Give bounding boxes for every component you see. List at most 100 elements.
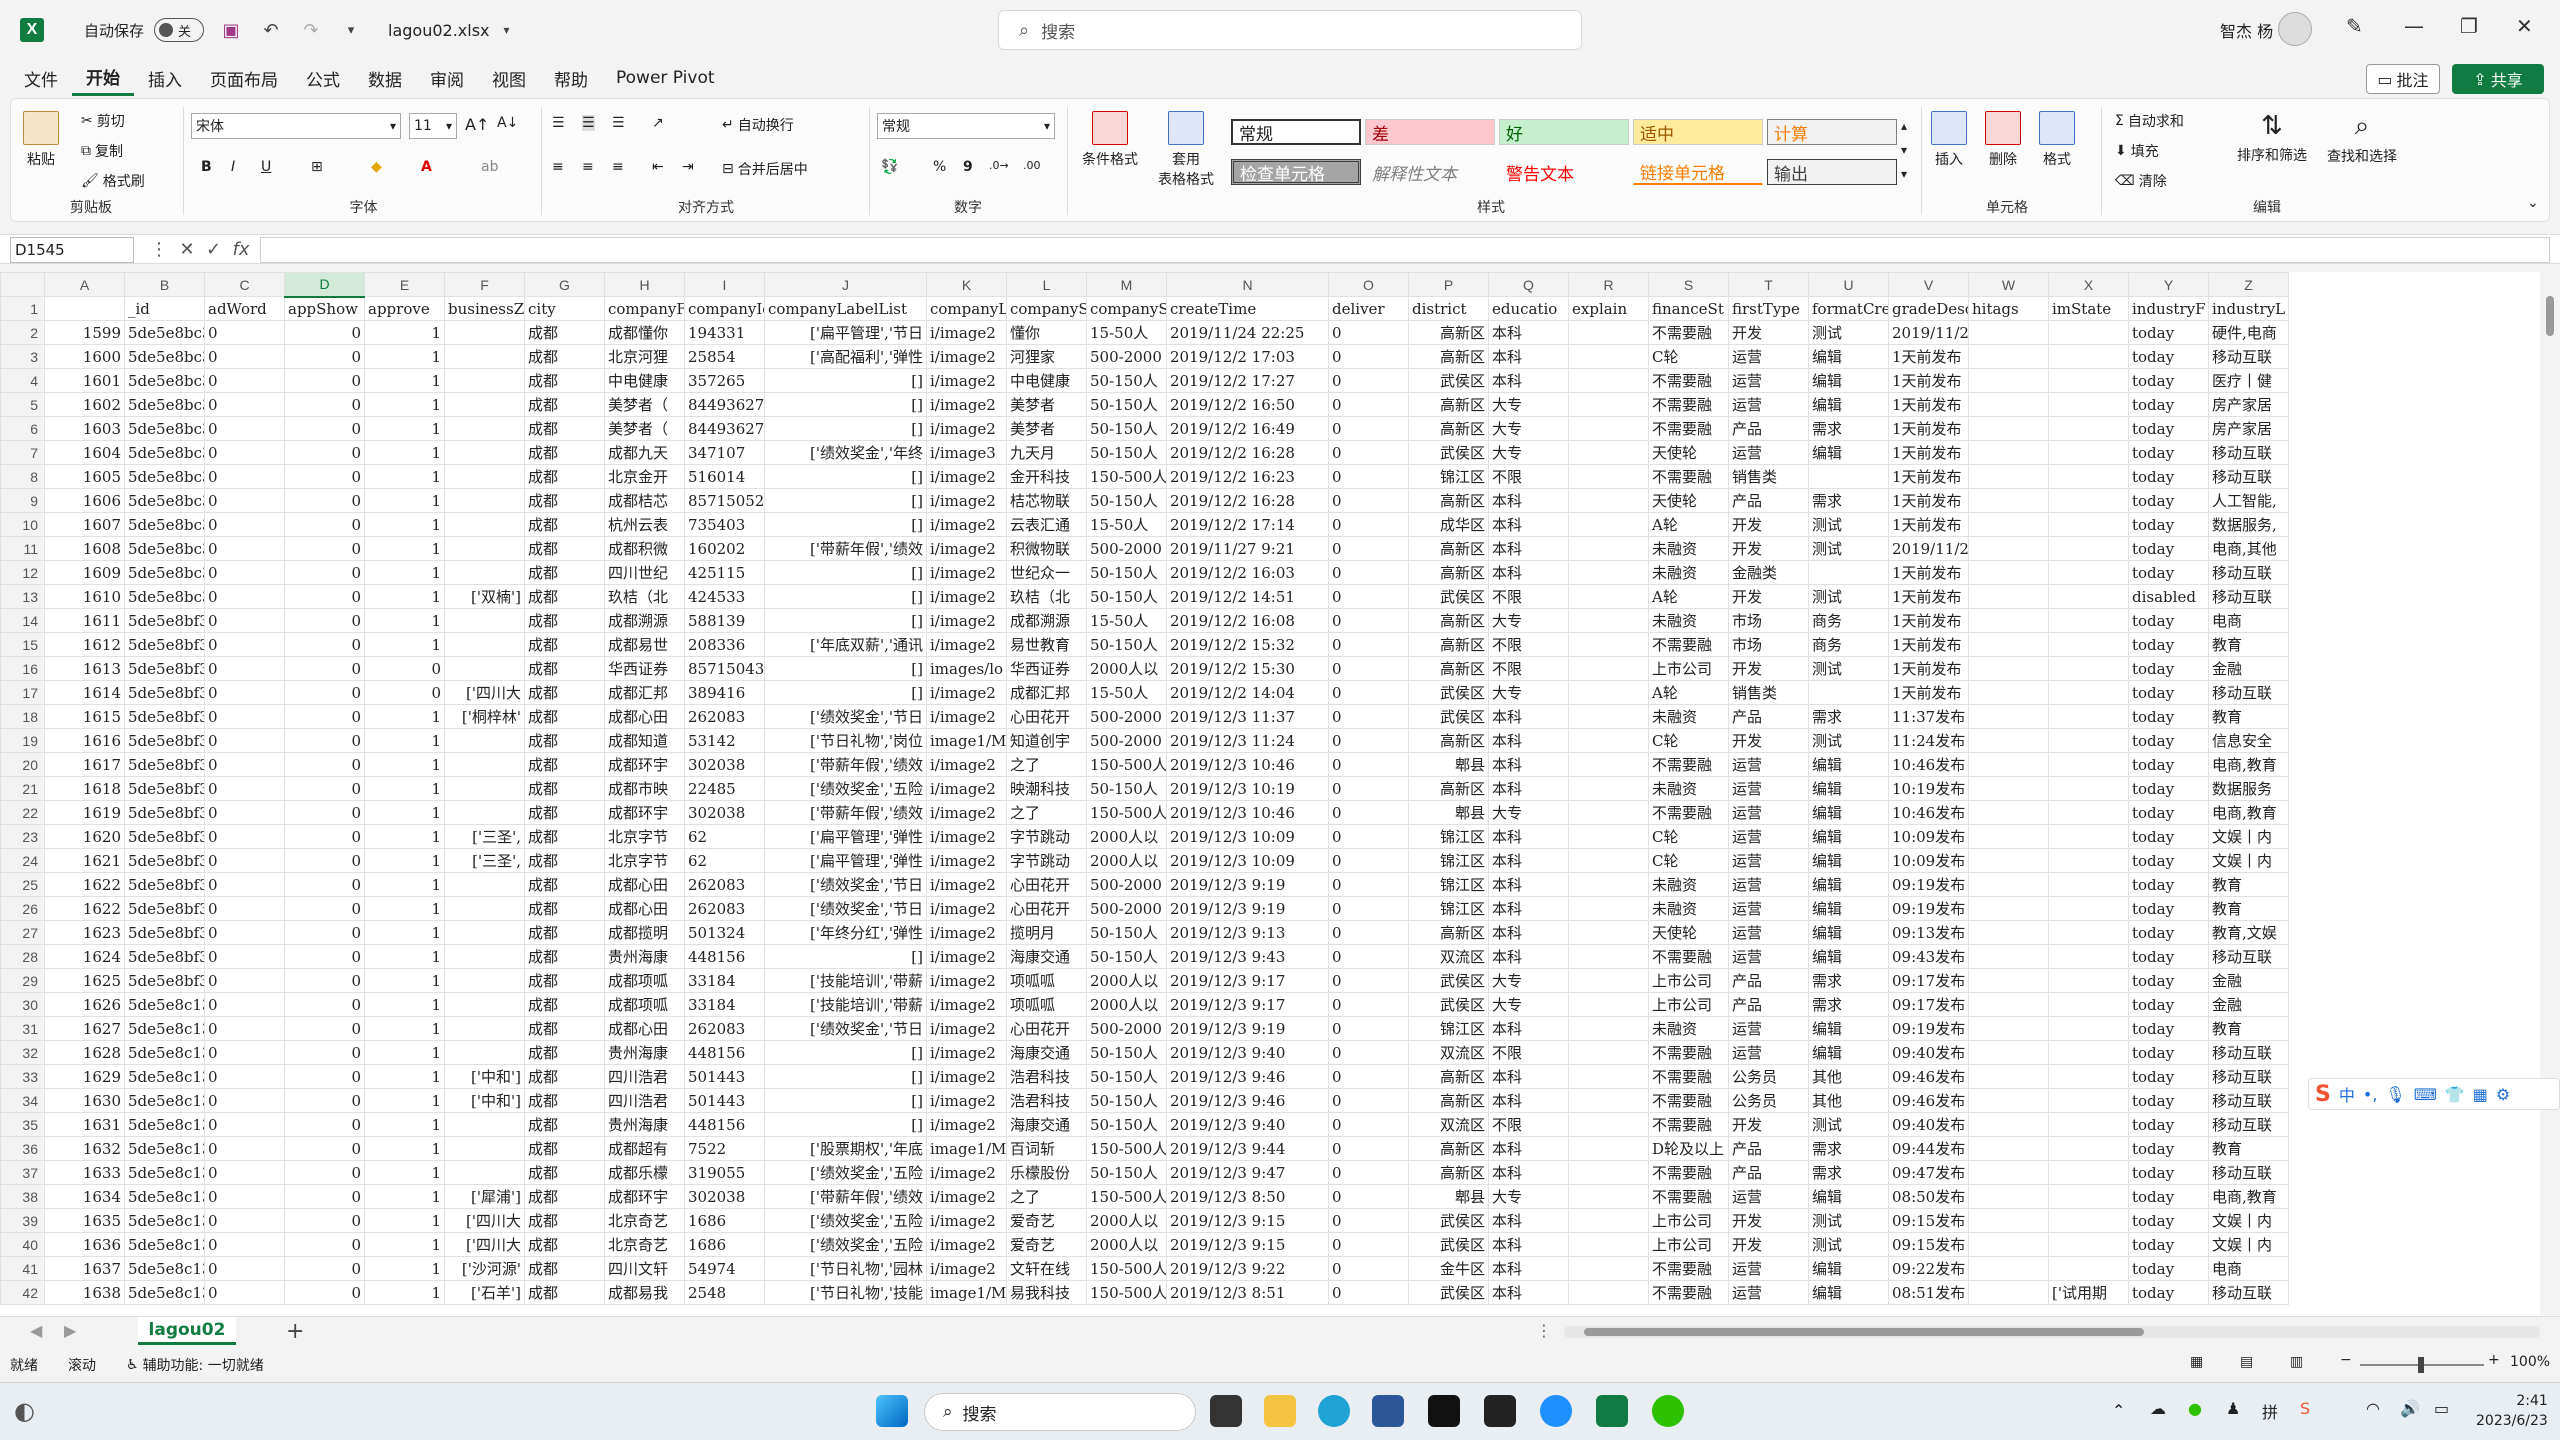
cell[interactable]: 成都: [524, 920, 605, 945]
cell[interactable]: 09:15发布: [1888, 1232, 1969, 1257]
cell[interactable]: 不需要融: [1648, 944, 1729, 969]
cell[interactable]: 产品: [1728, 1136, 1809, 1161]
cell[interactable]: 海康交通: [1006, 1040, 1087, 1065]
cell[interactable]: ['扁平管理','弹性: [764, 824, 927, 849]
cell[interactable]: 本科: [1488, 344, 1569, 369]
cell[interactable]: 产品: [1728, 416, 1809, 441]
cell[interactable]: 0: [204, 1112, 285, 1137]
align-middle-icon[interactable]: ☰: [582, 115, 595, 131]
cell[interactable]: 文娱丨内: [2208, 1232, 2289, 1257]
cell[interactable]: 测试: [1808, 584, 1889, 609]
cell[interactable]: 成都易世: [604, 632, 685, 657]
cell[interactable]: 成都: [524, 392, 605, 417]
cell[interactable]: 500-2000: [1086, 896, 1167, 921]
cell[interactable]: [1568, 392, 1649, 417]
cell[interactable]: 1613: [44, 656, 125, 681]
cell[interactable]: 50-150人: [1086, 440, 1167, 465]
cell[interactable]: 1636: [44, 1232, 125, 1257]
cell[interactable]: 1天前发布: [1888, 512, 1969, 537]
cell[interactable]: 百词斩: [1006, 1136, 1087, 1161]
cell[interactable]: 7522: [684, 1136, 765, 1161]
cell[interactable]: 302038: [684, 752, 765, 777]
cell[interactable]: [2048, 872, 2129, 897]
cell[interactable]: [1568, 344, 1649, 369]
style-warning[interactable]: 警告文本: [1499, 159, 1629, 185]
cell[interactable]: 347107: [684, 440, 765, 465]
cell[interactable]: 中电健康: [1006, 368, 1087, 393]
cell[interactable]: 425115: [684, 560, 765, 585]
cell[interactable]: [1968, 1232, 2049, 1257]
cell[interactable]: 0: [204, 872, 285, 897]
style-normal[interactable]: 常规: [1231, 119, 1361, 145]
cell[interactable]: i/image2: [926, 944, 1007, 969]
cell[interactable]: 不限: [1488, 1112, 1569, 1137]
row-header[interactable]: 27: [0, 920, 45, 945]
row-header[interactable]: 6: [0, 416, 45, 441]
cell[interactable]: [1968, 512, 2049, 537]
cell[interactable]: []: [764, 1064, 927, 1089]
cell[interactable]: 0: [204, 752, 285, 777]
cell[interactable]: businessZ: [444, 296, 525, 321]
cell[interactable]: 1: [364, 824, 445, 849]
cell[interactable]: 1: [364, 1280, 445, 1305]
cell[interactable]: 商务: [1808, 632, 1889, 657]
autosave-toggle[interactable]: 关: [154, 18, 205, 42]
cell[interactable]: 移动互联: [2208, 1064, 2289, 1089]
vertical-scroll-thumb[interactable]: [2546, 296, 2554, 336]
cell[interactable]: [1968, 704, 2049, 729]
cell[interactable]: 0: [204, 320, 285, 345]
cell[interactable]: companyLabelList: [764, 296, 927, 321]
cell[interactable]: [1568, 1136, 1649, 1161]
cell[interactable]: 锦江区: [1408, 848, 1489, 873]
cell[interactable]: 大专: [1488, 440, 1569, 465]
cell[interactable]: 1602: [44, 392, 125, 417]
cell[interactable]: 1605: [44, 464, 125, 489]
cell[interactable]: [1568, 800, 1649, 825]
avatar[interactable]: [2278, 12, 2312, 46]
row-header[interactable]: 13: [0, 584, 45, 609]
cell[interactable]: [1568, 752, 1649, 777]
cell[interactable]: 0: [1328, 728, 1409, 753]
cell[interactable]: [2048, 968, 2129, 993]
cell[interactable]: today: [2128, 608, 2209, 633]
cell[interactable]: i/image2: [926, 368, 1007, 393]
cell[interactable]: 1: [364, 1088, 445, 1113]
cell[interactable]: i/image2: [926, 704, 1007, 729]
cell[interactable]: 0: [204, 728, 285, 753]
volume-icon[interactable]: 🔊: [2400, 1399, 2420, 1418]
cell[interactable]: 2000人以: [1086, 1208, 1167, 1233]
cell[interactable]: 上市公司: [1648, 968, 1729, 993]
cell[interactable]: [1968, 728, 2049, 753]
column-header[interactable]: J: [764, 272, 927, 297]
restore-icon[interactable]: ❐: [2460, 14, 2478, 38]
cell[interactable]: [1568, 536, 1649, 561]
cell[interactable]: [2048, 944, 2129, 969]
cell[interactable]: 编辑: [1808, 848, 1889, 873]
wifi-icon[interactable]: ◠: [2366, 1399, 2380, 1418]
cell[interactable]: 大专: [1488, 1184, 1569, 1209]
cell[interactable]: 天使轮: [1648, 488, 1729, 513]
cell[interactable]: 1: [364, 992, 445, 1017]
cell[interactable]: 0: [284, 1208, 365, 1233]
cell[interactable]: [1968, 488, 2049, 513]
cell[interactable]: adWord: [204, 296, 285, 321]
cell[interactable]: 0: [1328, 1280, 1409, 1305]
cell[interactable]: today: [2128, 968, 2209, 993]
cell[interactable]: 10:09发布: [1888, 848, 1969, 873]
row-header[interactable]: 12: [0, 560, 45, 585]
cell[interactable]: [444, 1040, 525, 1065]
file-explorer-icon[interactable]: [1264, 1395, 1296, 1427]
cell[interactable]: C轮: [1648, 848, 1729, 873]
cell[interactable]: 上市公司: [1648, 656, 1729, 681]
cell[interactable]: 262083: [684, 1016, 765, 1041]
cell[interactable]: 公务员: [1728, 1088, 1809, 1113]
cell[interactable]: 50-150人: [1086, 392, 1167, 417]
cell[interactable]: [1968, 560, 2049, 585]
column-header[interactable]: E: [364, 272, 445, 297]
cell[interactable]: 0: [204, 848, 285, 873]
cell[interactable]: 成都: [524, 632, 605, 657]
cell[interactable]: 未融资: [1648, 896, 1729, 921]
cell[interactable]: [2048, 536, 2129, 561]
cell[interactable]: 本科: [1488, 1064, 1569, 1089]
cell[interactable]: 测试: [1808, 512, 1889, 537]
